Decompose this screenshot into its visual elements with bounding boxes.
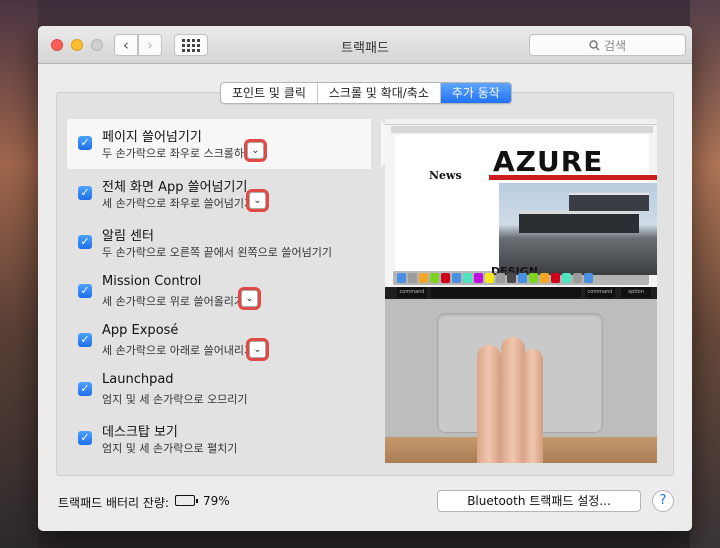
checkbox-swipe-pages[interactable]: ✓ bbox=[78, 136, 92, 150]
gesture-title: 데스크탑 보기 bbox=[102, 425, 178, 440]
search-icon bbox=[589, 39, 600, 50]
gesture-title: 전체 화면 App 쓸어넘기기 bbox=[102, 180, 248, 195]
gesture-mission-control[interactable]: ✓ Mission Control 세 손가락으로 위로 쓸어올리기 ⌄ bbox=[69, 267, 387, 317]
gesture-title: 페이지 쓸어넘기기 bbox=[102, 130, 202, 145]
gesture-app-expose[interactable]: ✓ App Exposé 세 손가락으로 아래로 쓸어내리기 ⌄ bbox=[69, 316, 387, 366]
gesture-show-desktop[interactable]: ✓ 데스크탑 보기 엄지 및 세 손가락으로 펼치기 bbox=[69, 414, 387, 464]
gesture-description: 두 손가락으로 좌우로 스크롤하기 bbox=[102, 147, 255, 160]
gesture-notification-center[interactable]: ✓ 알림 센터 두 손가락으로 오른쪽 끝에서 왼쪽으로 쓸어넘기기 bbox=[69, 218, 387, 268]
preferences-window: ‹ › 트랙패드 검색 포인트 및 클릭 스크롤 및 확대/축소 추가 동작 ✓… bbox=[38, 26, 692, 531]
gesture-launchpad[interactable]: ✓ Launchpad 엄지 및 세 손가락으로 오므리기 bbox=[69, 365, 387, 415]
gesture-preview-video: AZURE News DESIGN command command option bbox=[385, 119, 657, 463]
preview-toolbar bbox=[391, 126, 653, 133]
gesture-title: 알림 센터 bbox=[102, 229, 154, 244]
checkbox-show-desktop[interactable]: ✓ bbox=[78, 431, 92, 445]
battery-percent: 79% bbox=[203, 494, 230, 508]
desktop-wallpaper-left bbox=[0, 0, 38, 548]
desktop-wallpaper-right bbox=[690, 0, 720, 548]
checkbox-launchpad[interactable]: ✓ bbox=[78, 382, 92, 396]
preview-headline: AZURE bbox=[493, 145, 604, 178]
chevron-down-icon: ⌄ bbox=[245, 293, 254, 304]
gesture-title: Launchpad bbox=[102, 372, 174, 387]
preview-screen: AZURE News DESIGN bbox=[385, 119, 657, 287]
tab-point-and-click[interactable]: 포인트 및 클릭 bbox=[221, 83, 318, 103]
chevron-down-icon: ⌄ bbox=[253, 344, 262, 355]
gesture-description: 세 손가락으로 좌우로 쓸어넘기기 bbox=[102, 197, 255, 210]
checkbox-mission-control[interactable]: ✓ bbox=[78, 284, 92, 298]
preview-nav-bar bbox=[489, 175, 657, 180]
gesture-swipe-between-pages[interactable]: ✓ 페이지 쓸어넘기기 두 손가락으로 좌우로 스크롤하기 ⌄ bbox=[67, 119, 395, 169]
gesture-description: 엄지 및 세 손가락으로 펼치기 bbox=[102, 442, 238, 455]
chevron-down-icon: ⌄ bbox=[253, 195, 262, 206]
checkbox-notification-center[interactable]: ✓ bbox=[78, 235, 92, 249]
gesture-title: Mission Control bbox=[102, 274, 202, 289]
gesture-options-dropdown[interactable]: ⌄ bbox=[246, 189, 269, 212]
search-placeholder: 검색 bbox=[603, 38, 627, 53]
search-field[interactable]: 검색 bbox=[529, 34, 686, 56]
gesture-title: App Exposé bbox=[102, 323, 179, 338]
battery-icon bbox=[175, 495, 198, 506]
preview-key-option: option bbox=[621, 287, 651, 298]
gestures-panel: ✓ 페이지 쓸어넘기기 두 손가락으로 좌우로 스크롤하기 ⌄ ✓ 전체 화면 … bbox=[56, 92, 674, 476]
gesture-swipe-full-screen-apps[interactable]: ✓ 전체 화면 App 쓸어넘기기 세 손가락으로 좌우로 쓸어넘기기 ⌄ bbox=[69, 169, 387, 219]
preview-news-label: News bbox=[429, 169, 462, 182]
preview-finger-3 bbox=[523, 349, 543, 463]
preview-menubar bbox=[385, 119, 657, 125]
gesture-description: 세 손가락으로 위로 쓸어올리기 bbox=[102, 295, 245, 308]
checkbox-full-screen-apps[interactable]: ✓ bbox=[78, 186, 92, 200]
tab-bar: 포인트 및 클릭 스크롤 및 확대/축소 추가 동작 bbox=[220, 82, 512, 104]
preview-keyboard: command command option bbox=[385, 287, 657, 299]
preview-key-command-left: command bbox=[397, 287, 427, 298]
preview-building-lower bbox=[519, 211, 639, 233]
tab-scroll-and-zoom[interactable]: 스크롤 및 확대/축소 bbox=[318, 83, 441, 103]
preview-web-page: AZURE bbox=[395, 135, 657, 275]
bluetooth-setup-button[interactable]: Bluetooth 트랙패드 설정... bbox=[437, 490, 641, 512]
battery-label: 트랙패드 배터리 잔량: bbox=[58, 496, 170, 510]
gesture-options-dropdown[interactable]: ⌄ bbox=[246, 338, 269, 361]
preview-building-upper bbox=[569, 193, 649, 211]
preview-finger-1 bbox=[477, 345, 501, 463]
preview-finger-2 bbox=[501, 337, 525, 463]
chevron-down-icon: ⌄ bbox=[251, 145, 260, 156]
gesture-description: 세 손가락으로 아래로 쓸어내리기 bbox=[102, 344, 255, 357]
checkbox-app-expose[interactable]: ✓ bbox=[78, 333, 92, 347]
preview-key-command-right: command bbox=[585, 287, 615, 298]
gesture-description: 두 손가락으로 오른쪽 끝에서 왼쪽으로 쓸어넘기기 bbox=[102, 246, 333, 259]
preview-key-space bbox=[431, 287, 581, 298]
preview-photo bbox=[499, 183, 657, 275]
preview-dock bbox=[393, 271, 649, 285]
tab-more-gestures[interactable]: 추가 동작 bbox=[440, 83, 511, 103]
title-bar: ‹ › 트랙패드 검색 bbox=[38, 26, 692, 64]
help-button[interactable]: ? bbox=[652, 490, 674, 512]
gesture-options-dropdown[interactable]: ⌄ bbox=[244, 139, 267, 162]
gesture-description: 엄지 및 세 손가락으로 오므리기 bbox=[102, 393, 248, 406]
gesture-options-dropdown[interactable]: ⌄ bbox=[238, 287, 261, 310]
